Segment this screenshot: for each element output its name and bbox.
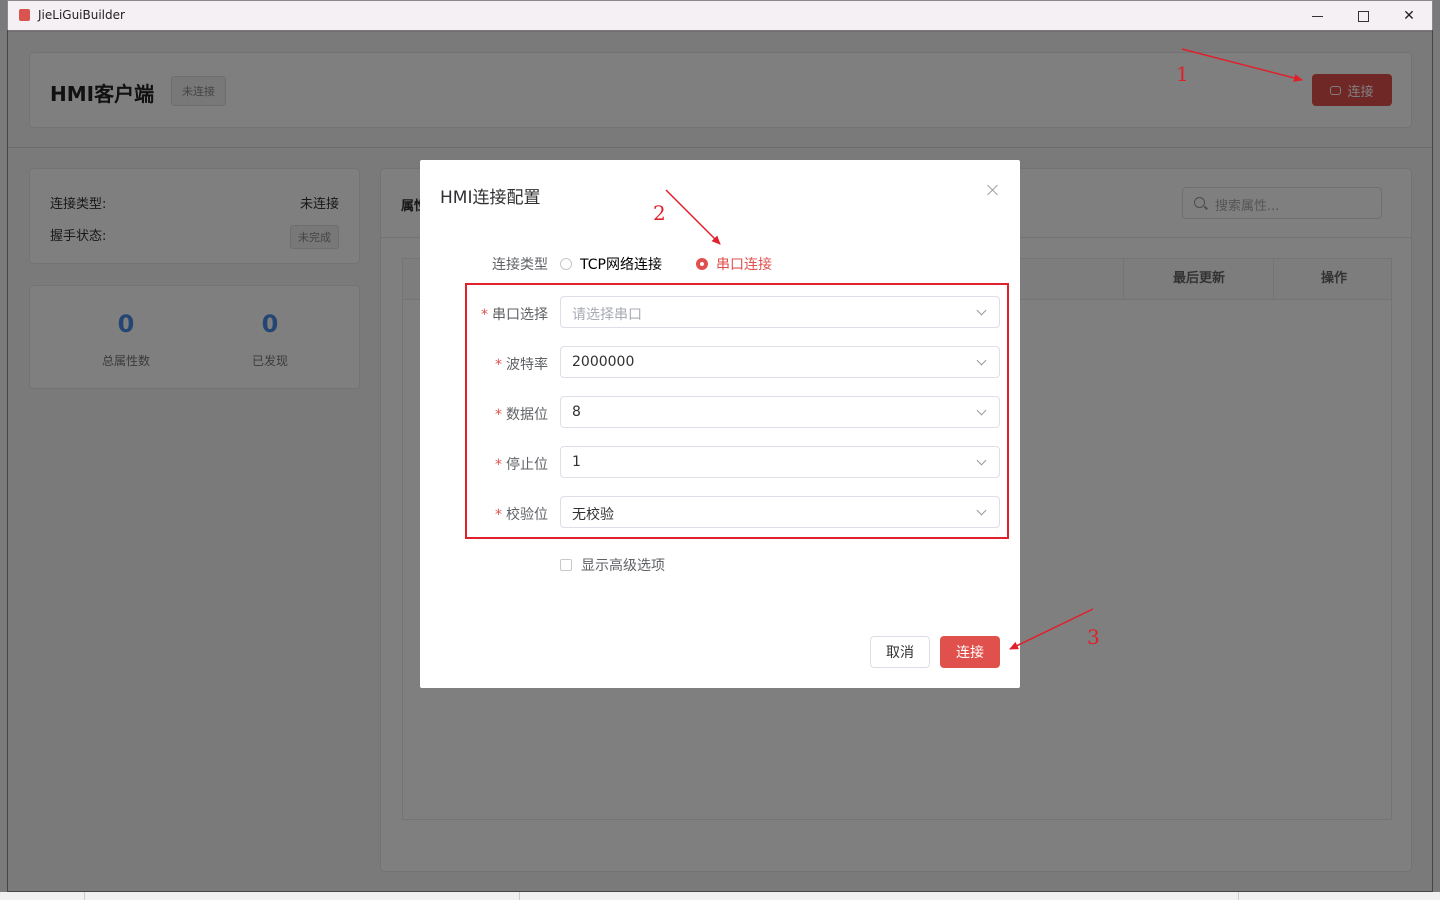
annotation-arrows	[665, 48, 1303, 650]
annotation-arrow-2	[665, 189, 721, 245]
annotation-arrow-1	[1181, 48, 1303, 82]
annotation-arrow-3	[1009, 608, 1094, 650]
annotation-label-1: 1	[1176, 62, 1189, 86]
annotation-label-2: 2	[653, 201, 666, 225]
annotation-label-3: 3	[1087, 625, 1100, 649]
